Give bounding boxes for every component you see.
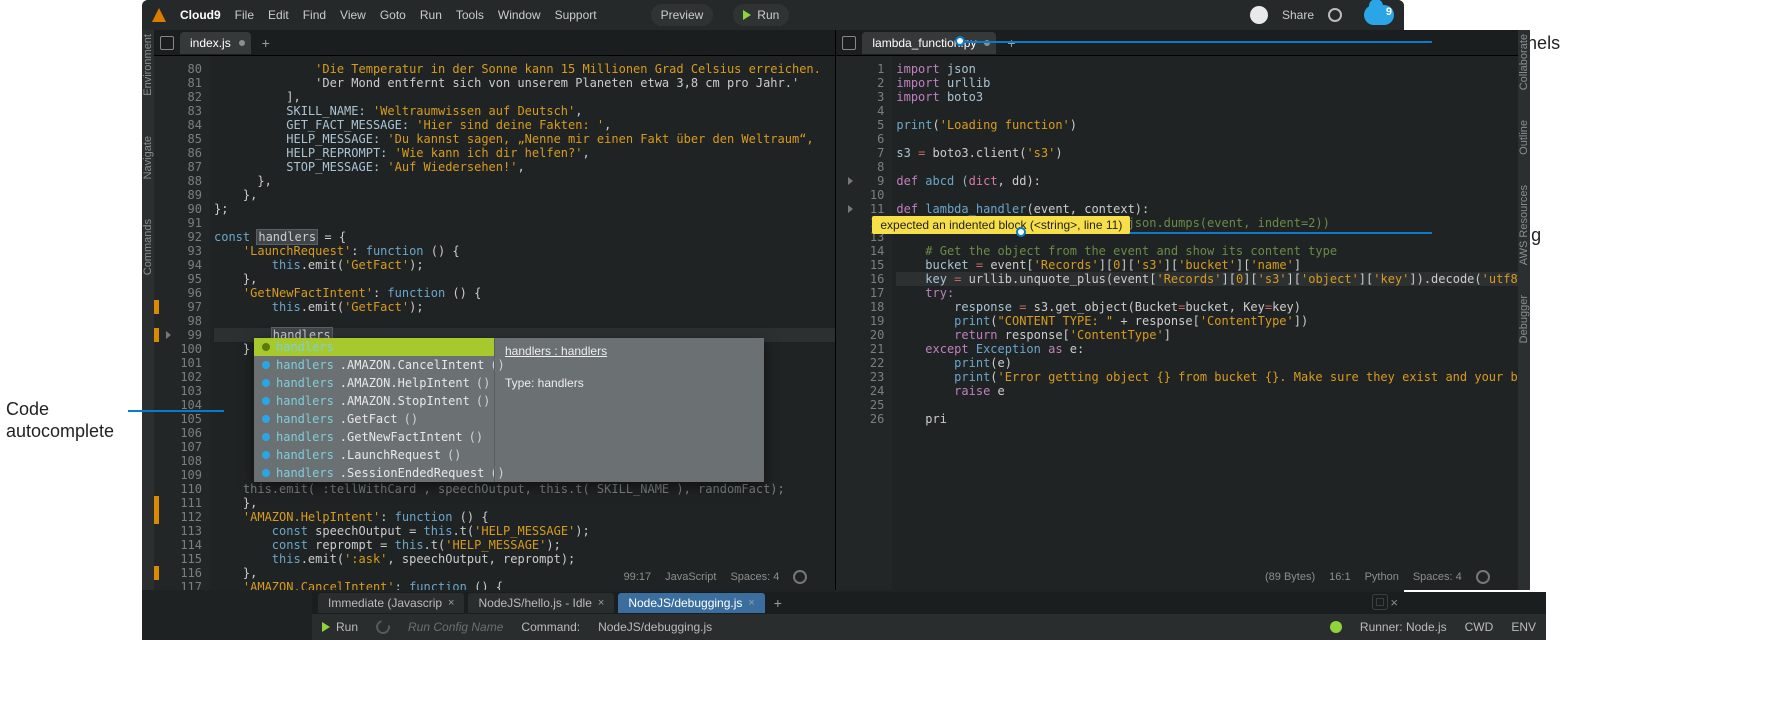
ide-window: Cloud9 File Edit Find View Goto Run Tool…	[142, 0, 1404, 640]
tab-index-js[interactable]: index.js	[180, 32, 251, 54]
run-button-top[interactable]: Run	[733, 4, 789, 26]
menu-run[interactable]: Run	[420, 8, 442, 22]
run-panel: Run Run Config Name Command: NodeJS/debu…	[312, 614, 1546, 640]
hint-indicator-icon	[1016, 227, 1026, 237]
rail-debugger[interactable]: Debugger	[1518, 295, 1530, 343]
right-rail: Collaborate Outline AWS Resources Debugg…	[1518, 30, 1530, 590]
preview-button[interactable]: Preview	[651, 4, 714, 26]
autocomplete-popup: handlershandlers.AMAZON.CancelIntent ()h…	[254, 338, 764, 482]
runner-select[interactable]: Runner: Node.js	[1360, 620, 1447, 634]
new-console-tab[interactable]: +	[769, 594, 787, 612]
autocomplete-item[interactable]: handlers.AMAZON.CancelIntent ()	[254, 356, 494, 374]
autocomplete-item[interactable]: handlers.LaunchRequest ()	[254, 446, 494, 464]
menu-find[interactable]: Find	[303, 8, 326, 22]
command-value[interactable]: NodeJS/debugging.js	[598, 620, 712, 634]
autocomplete-item[interactable]: handlers.GetFact ()	[254, 410, 494, 428]
console-tab[interactable]: NodeJS/debugging.js×	[618, 593, 765, 613]
left-editor-pane: index.js + 80818283848586878889909192939…	[154, 30, 835, 590]
cloud9-logo: 9	[1364, 5, 1394, 25]
status-dot-icon	[1330, 621, 1342, 633]
play-icon	[322, 622, 330, 632]
menu-file[interactable]: File	[235, 8, 254, 22]
command-label: Command:	[521, 620, 580, 634]
autocomplete-details: handlers : handlers Type: handlers	[494, 338, 764, 482]
file-icon	[160, 36, 174, 50]
autocomplete-list[interactable]: handlershandlers.AMAZON.CancelIntent ()h…	[254, 338, 494, 482]
modified-dot-icon	[239, 40, 245, 46]
cursor-pos: 99:17	[624, 571, 652, 583]
callout-autocomplete-1: Code	[6, 399, 49, 420]
rail-aws-resources[interactable]: AWS Resources	[1518, 185, 1530, 265]
autocomplete-item[interactable]: handlers.AMAZON.HelpIntent ()	[254, 374, 494, 392]
share-button[interactable]: Share	[1282, 8, 1314, 22]
close-panel-icon[interactable]: ×	[1390, 595, 1398, 610]
console-tab[interactable]: NodeJS/hello.js - Idle×	[468, 593, 614, 613]
lint-hint-tooltip: expected an indented block (<string>, li…	[872, 216, 1130, 234]
rail-collaborate[interactable]: Collaborate	[1518, 34, 1530, 90]
rail-navigate[interactable]: Navigate	[142, 136, 154, 179]
console-tab[interactable]: Immediate (Javascrip×	[318, 593, 464, 613]
autocomplete-item[interactable]: handlers	[254, 338, 494, 356]
panels-indicator-icon	[955, 36, 965, 46]
maximize-icon[interactable]	[1372, 594, 1388, 610]
rail-environment[interactable]: Environment	[142, 34, 154, 96]
lang-mode[interactable]: JavaScript	[665, 571, 716, 583]
play-icon	[743, 10, 751, 20]
autocomplete-type: Type: handlers	[505, 376, 754, 390]
console-tabstrip: Immediate (Javascrip×NodeJS/hello.js - I…	[312, 592, 1546, 614]
avatar[interactable]	[1250, 6, 1268, 24]
run-button[interactable]: Run	[322, 620, 358, 634]
rail-commands[interactable]: Commands	[142, 219, 154, 275]
run-config-input[interactable]: Run Config Name	[408, 620, 503, 634]
right-editor-pane: lambda_function.py + 1234567891011×12131…	[835, 30, 1517, 590]
left-rail: Environment Navigate Commands	[142, 30, 154, 590]
callout-autocomplete-2: autocomplete	[6, 421, 114, 442]
menu-edit[interactable]: Edit	[268, 8, 289, 22]
spaces-mode[interactable]: Spaces: 4	[1413, 571, 1462, 583]
menu-goto[interactable]: Goto	[380, 8, 406, 22]
new-tab-button-left[interactable]: +	[257, 34, 275, 52]
menu-view[interactable]: View	[340, 8, 366, 22]
right-editor[interactable]: 1234567891011×12131415161718192021222324…	[836, 56, 1517, 590]
menu-support[interactable]: Support	[555, 8, 597, 22]
spaces-mode[interactable]: Spaces: 4	[730, 571, 779, 583]
warning-icon	[152, 8, 166, 22]
editor-settings-icon[interactable]	[1476, 570, 1490, 584]
rail-outline[interactable]: Outline	[1518, 120, 1530, 155]
file-icon	[842, 36, 856, 50]
right-statusbar: (89 Bytes) 16:1 Python Spaces: 4	[1265, 568, 1490, 586]
gear-icon[interactable]	[1328, 8, 1342, 22]
brand-label: Cloud9	[180, 8, 221, 22]
right-tabstrip: lambda_function.py +	[836, 30, 1517, 56]
autocomplete-title: handlers : handlers	[505, 344, 754, 358]
left-editor[interactable]: 8081828384858687888990919293949596979899…	[154, 56, 835, 590]
autocomplete-item[interactable]: handlers.SessionEndedRequest ()	[254, 464, 494, 482]
file-size: (89 Bytes)	[1265, 571, 1315, 583]
left-tabstrip: index.js +	[154, 30, 835, 56]
autocomplete-item[interactable]: handlers.GetNewFactIntent ()	[254, 428, 494, 446]
menu-window[interactable]: Window	[498, 8, 541, 22]
left-statusbar: 99:17 JavaScript Spaces: 4	[624, 568, 808, 586]
editor-settings-icon[interactable]	[793, 570, 807, 584]
cwd-button[interactable]: CWD	[1465, 620, 1494, 634]
menu-tools[interactable]: Tools	[456, 8, 484, 22]
menubar: Cloud9 File Edit Find View Goto Run Tool…	[142, 0, 1404, 30]
env-button[interactable]: ENV	[1511, 620, 1536, 634]
lang-mode[interactable]: Python	[1365, 571, 1399, 583]
restart-icon[interactable]	[373, 617, 392, 636]
autocomplete-item[interactable]: handlers.AMAZON.StopIntent ()	[254, 392, 494, 410]
cursor-pos: 16:1	[1329, 571, 1350, 583]
